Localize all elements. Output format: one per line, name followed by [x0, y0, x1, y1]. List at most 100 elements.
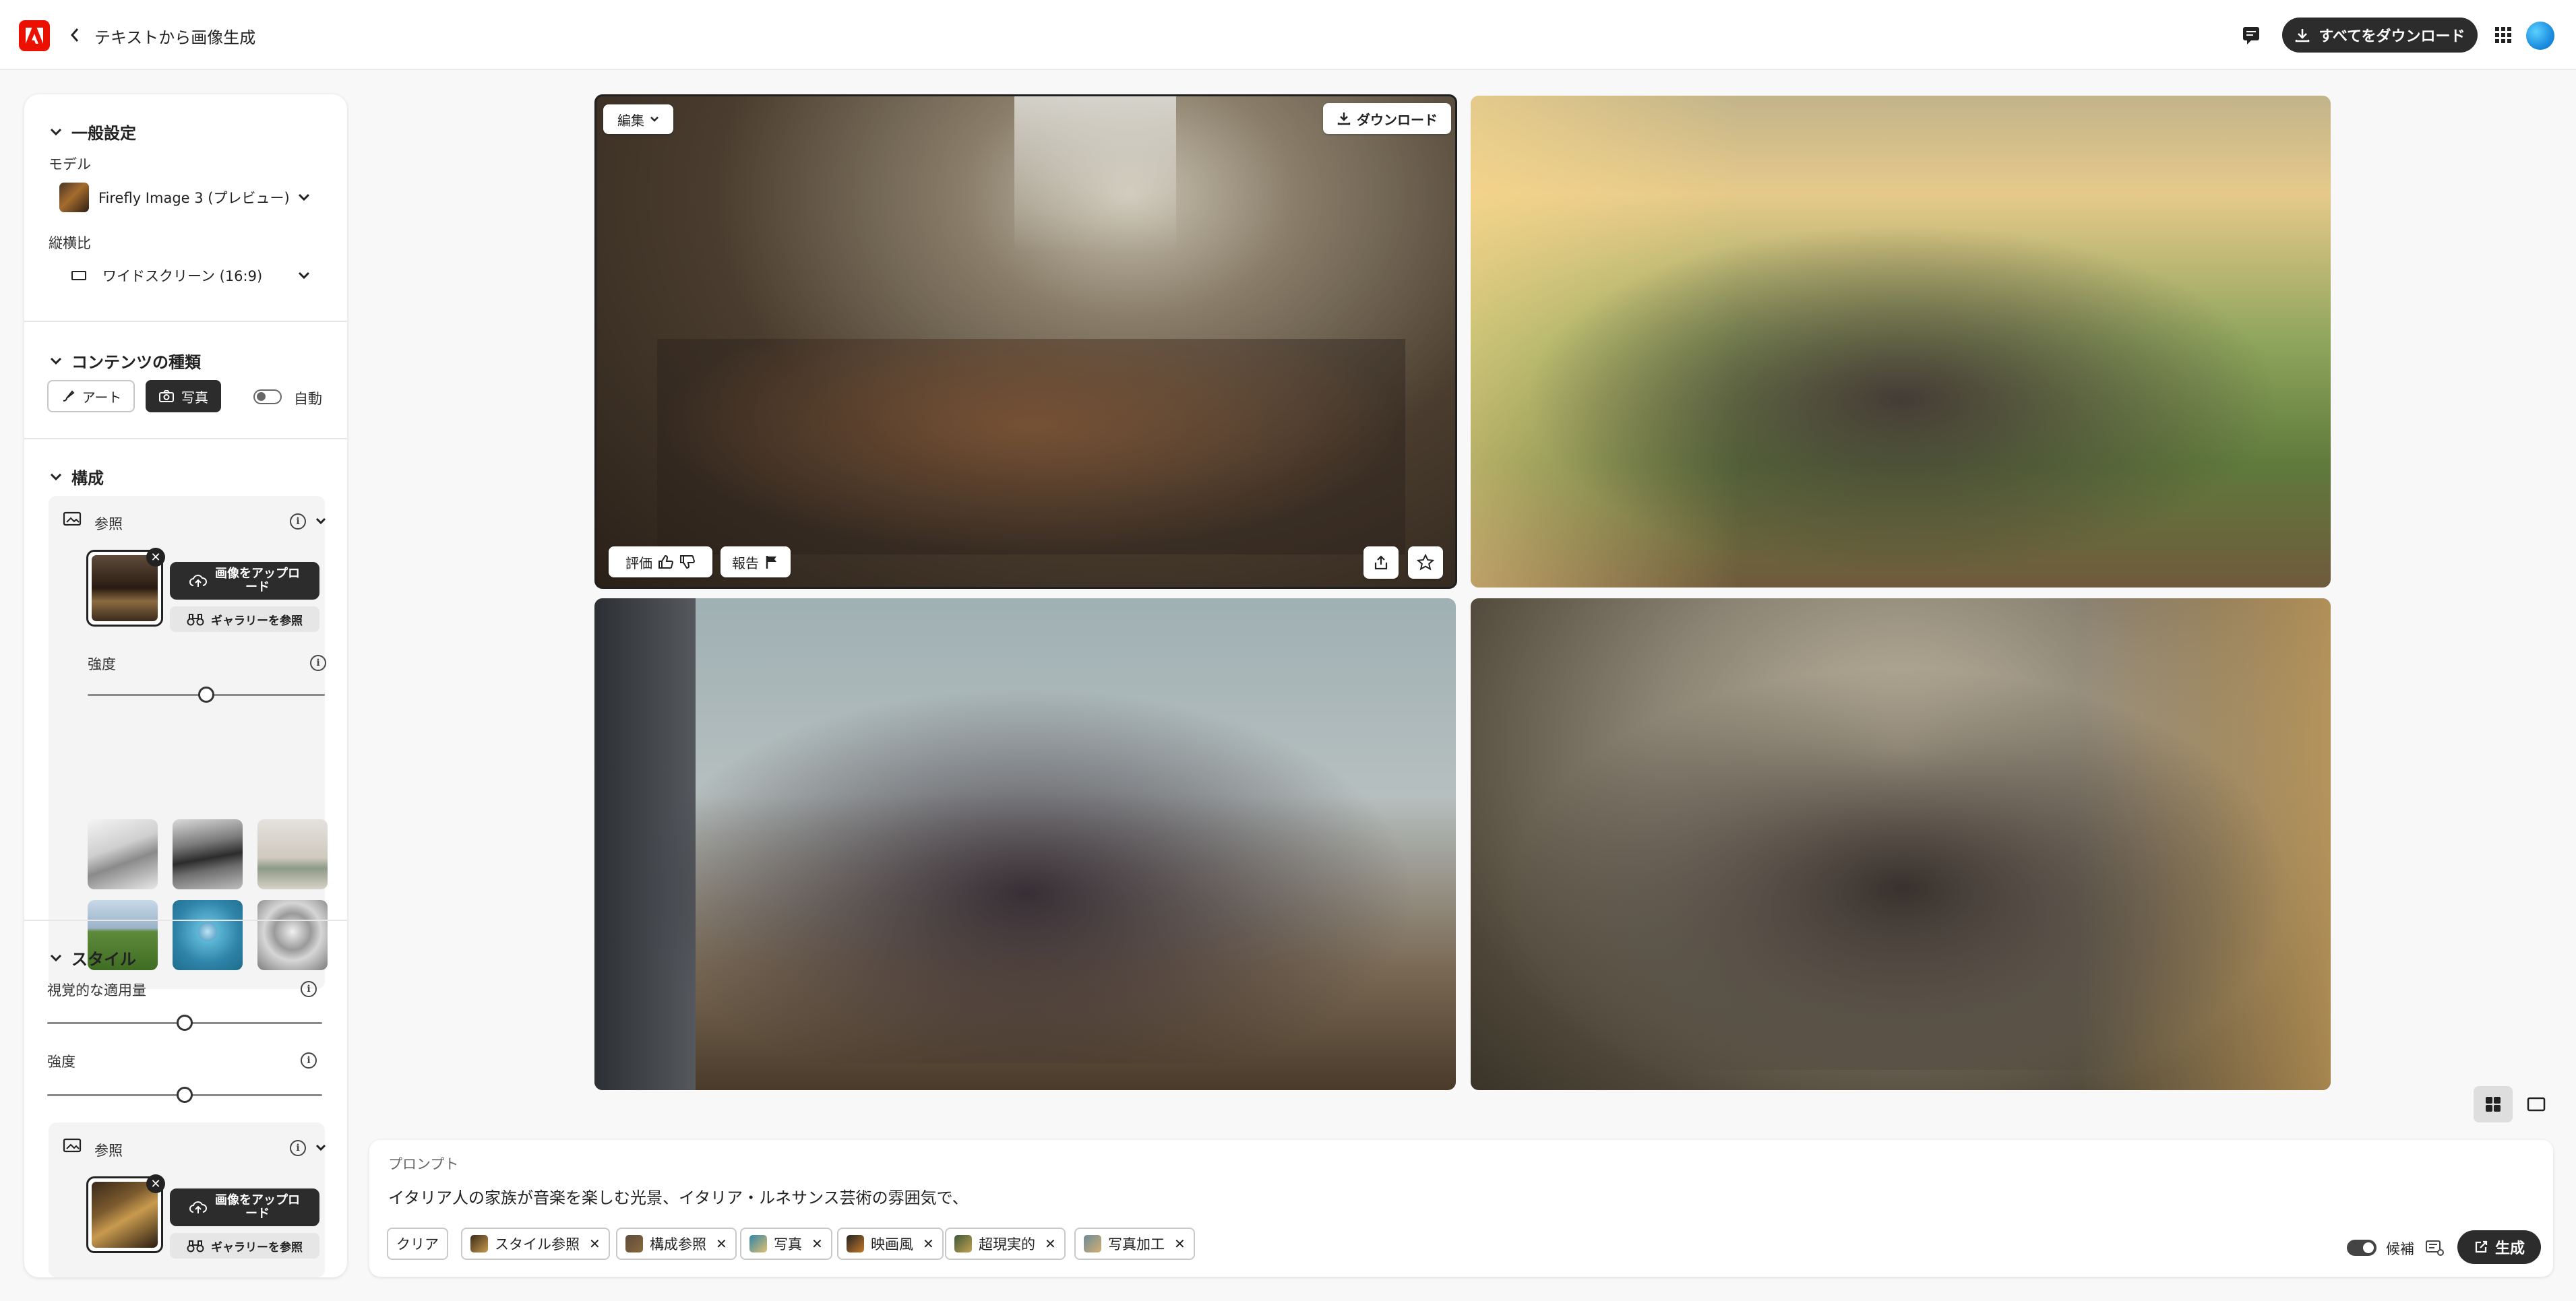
download-all-button[interactable]: すべてをダウンロード [2282, 18, 2478, 53]
style-preset-owl[interactable] [257, 900, 328, 970]
grid-view-button[interactable] [2474, 1086, 2513, 1122]
style-reference-thumbnail[interactable]: ✕ [86, 1174, 165, 1253]
info-icon[interactable]: i [290, 513, 306, 530]
avatar[interactable] [2526, 22, 2554, 50]
section-style[interactable]: スタイル [50, 946, 136, 970]
remove-chip-icon[interactable]: ✕ [923, 1236, 934, 1252]
style-preset-sketch[interactable] [88, 819, 158, 889]
favorite-button[interactable] [1408, 546, 1443, 579]
result-image-3[interactable] [594, 598, 1456, 1090]
clear-button[interactable]: クリア [387, 1228, 448, 1260]
grid-view-icon [2486, 1097, 2501, 1112]
section-composition[interactable]: 構成 [50, 465, 104, 488]
composition-reference-thumbnail[interactable]: ✕ [86, 548, 165, 627]
top-bar: テキストから画像生成 すべてをダウンロード [0, 0, 2576, 70]
download-button[interactable]: ダウンロード [1323, 103, 1451, 134]
prompt-label: プロンプト [388, 1156, 459, 1172]
chip-photo[interactable]: 写真 ✕ [740, 1228, 832, 1260]
auto-toggle[interactable] [253, 389, 282, 404]
thumbs-down-icon[interactable] [679, 554, 696, 569]
info-icon[interactable]: i [310, 655, 326, 671]
info-icon[interactable]: i [290, 1140, 306, 1156]
generate-button[interactable]: 生成 [2457, 1230, 2541, 1264]
remove-chip-icon[interactable]: ✕ [1174, 1236, 1186, 1252]
result-image-2[interactable] [1471, 96, 2331, 588]
aspect-label: 縦横比 [49, 235, 91, 251]
chip-photo-retouch[interactable]: 写真加工 ✕ [1074, 1228, 1195, 1260]
chip-thumbnail [470, 1235, 488, 1252]
prompt-input[interactable]: イタリア人の家族が音楽を楽しむ光景、イタリア・ルネサンス芸術の雰囲気で、 [388, 1184, 2410, 1208]
section-content-type[interactable]: コンテンツの種類 [50, 349, 201, 373]
visual-intensity-knob[interactable] [177, 1015, 193, 1031]
chip-label: 写真加工 [1108, 1236, 1165, 1252]
result-image-4[interactable] [1471, 598, 2331, 1090]
feedback-icon[interactable] [2238, 23, 2269, 49]
aspect-ratio-dropdown[interactable]: ワイドスクリーン (16:9) [49, 255, 325, 296]
chevron-down-icon[interactable] [315, 1144, 326, 1152]
section-style-title: スタイル [71, 950, 136, 969]
reference-image [92, 555, 158, 621]
info-icon[interactable]: i [301, 981, 317, 997]
style-preset-landscape[interactable] [173, 819, 243, 889]
edit-button[interactable]: 編集 [603, 104, 673, 134]
upload-label: 画像をアップロード [215, 567, 300, 594]
single-view-button[interactable] [2517, 1086, 2556, 1122]
chip-thumbnail [954, 1235, 972, 1252]
share-button[interactable] [1363, 546, 1399, 579]
style-preset-interior[interactable] [257, 819, 328, 889]
art-brush-icon [63, 390, 75, 402]
remove-chip-icon[interactable]: ✕ [589, 1236, 601, 1252]
reference-icon [62, 511, 84, 534]
style-upload-button[interactable]: 画像をアップロード [170, 1188, 319, 1226]
suggest-settings-icon[interactable] [2425, 1238, 2445, 1260]
visual-intensity-label: 視覚的な適用量 [47, 982, 146, 998]
section-general[interactable]: 一般設定 [50, 120, 136, 144]
aspect-value: ワイドスクリーン (16:9) [102, 268, 263, 284]
adobe-logo-icon[interactable] [19, 20, 50, 51]
composition-upload-button[interactable]: 画像をアップロード [170, 562, 319, 600]
binoculars-icon [187, 1240, 204, 1252]
report-button[interactable]: 報告 [720, 546, 791, 577]
single-view-icon [2527, 1097, 2546, 1112]
info-icon[interactable]: i [301, 1052, 317, 1069]
chip-hyperrealistic[interactable]: 超現実的 ✕ [945, 1228, 1066, 1260]
composition-gallery-button[interactable]: ギャラリーを参照 [170, 606, 319, 632]
back-chevron-icon[interactable] [65, 22, 85, 49]
content-type-photo-button[interactable]: 写真 [146, 380, 221, 412]
section-general-title: 一般設定 [71, 124, 136, 143]
model-value: Firefly Image 3 (プレビュー) [98, 190, 290, 206]
chevron-down-icon[interactable] [315, 517, 326, 526]
suggest-toggle[interactable] [2347, 1240, 2376, 1256]
style-strength-knob[interactable] [177, 1087, 193, 1103]
chip-style-reference[interactable]: スタイル参照 ✕ [461, 1228, 610, 1260]
style-reference-box: 参照 i ✕ 画像をアップロード ギャラリーを参照 [49, 1122, 326, 1277]
composition-strength-knob[interactable] [198, 687, 214, 703]
remove-chip-icon[interactable]: ✕ [716, 1236, 727, 1252]
result-image-1[interactable]: 編集 ダウンロード 評価 報告 [594, 94, 1457, 589]
chip-composition-reference[interactable]: 構成参照 ✕ [616, 1228, 737, 1260]
chevron-down-icon [50, 954, 62, 961]
gallery-label: ギャラリーを参照 [211, 614, 303, 628]
remove-chip-icon[interactable]: ✕ [811, 1236, 823, 1252]
style-reference-label: 参照 [94, 1143, 123, 1159]
chip-thumbnail [625, 1235, 643, 1252]
model-dropdown[interactable]: Firefly Image 3 (プレビュー) [49, 177, 325, 218]
style-gallery-button[interactable]: ギャラリーを参照 [170, 1233, 319, 1259]
chevron-down-icon [650, 117, 658, 122]
generate-icon [2475, 1240, 2488, 1253]
divider [24, 920, 347, 921]
composition-reference-box: 参照 i ✕ 画像をアップロード ギャラリーを参照 強度 i [49, 496, 328, 989]
content-type-art-button[interactable]: アート [47, 380, 135, 412]
apps-grid-icon[interactable] [2491, 23, 2515, 47]
style-preset-sphere[interactable] [173, 900, 243, 970]
remove-chip-icon[interactable]: ✕ [1045, 1236, 1056, 1252]
toggle-knob [257, 392, 266, 401]
share-icon [1374, 555, 1388, 570]
page-title: テキストから画像生成 [94, 28, 256, 47]
chip-label: 超現実的 [979, 1236, 1035, 1252]
remove-icon[interactable]: ✕ [146, 1174, 165, 1193]
thumbs-up-icon[interactable] [658, 554, 674, 569]
rate-label: 評価 [625, 554, 652, 571]
remove-icon[interactable]: ✕ [146, 548, 165, 567]
chip-cinematic[interactable]: 映画風 ✕ [837, 1228, 944, 1260]
